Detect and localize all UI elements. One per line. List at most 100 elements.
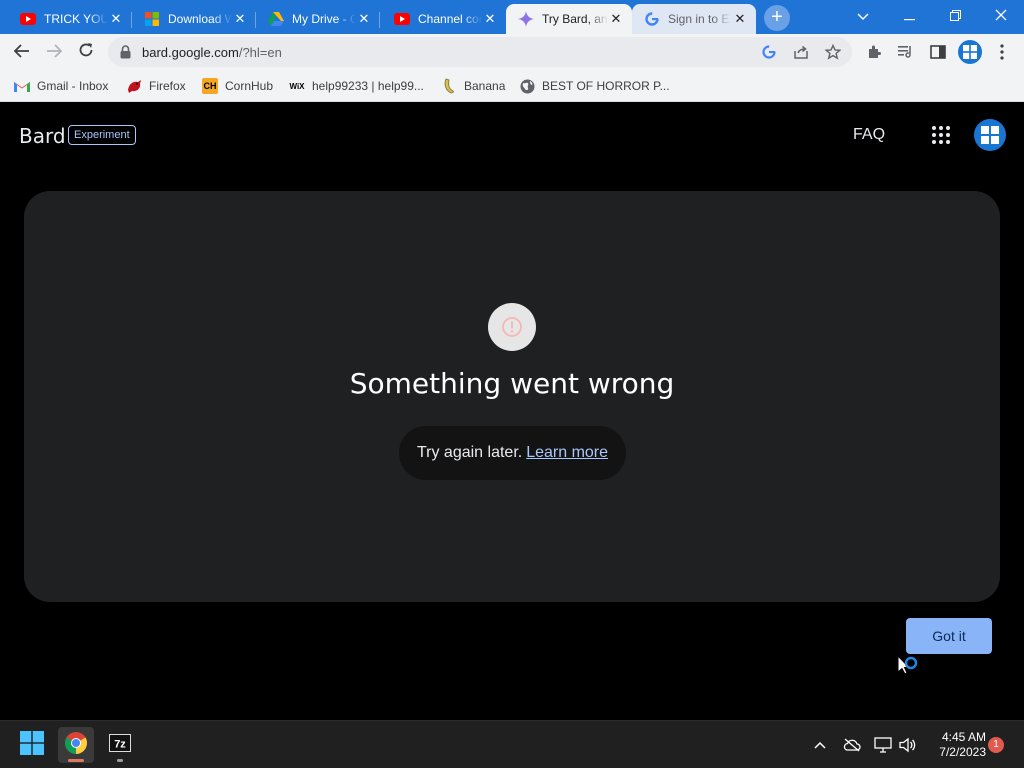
banana-icon bbox=[441, 78, 457, 94]
star-icon[interactable] bbox=[823, 42, 843, 62]
account-avatar[interactable] bbox=[974, 119, 1006, 151]
tab-separator bbox=[379, 12, 380, 28]
bookmark-label: Banana bbox=[464, 79, 506, 93]
tab-title: Sign in to E bbox=[668, 12, 730, 26]
close-icon[interactable]: ✕ bbox=[356, 11, 372, 27]
bookmark-help99233[interactable]: WiX help99233 | help99... bbox=[289, 76, 424, 96]
tab-my-drive[interactable]: My Drive - G ✕ bbox=[256, 4, 380, 34]
tab-search-button[interactable] bbox=[840, 0, 886, 32]
lock-icon[interactable] bbox=[120, 45, 131, 64]
url-host: bard.google.com bbox=[142, 45, 239, 60]
url-text[interactable]: bard.google.com/?hl=en bbox=[142, 45, 282, 60]
chrome-icon bbox=[64, 731, 88, 760]
restore-button[interactable] bbox=[932, 0, 978, 32]
clock-date: 7/2/2023 bbox=[939, 745, 986, 759]
error-message: Try again later. Learn more bbox=[399, 426, 626, 480]
youtube-icon bbox=[394, 11, 410, 27]
apps-grid-icon[interactable] bbox=[930, 124, 952, 146]
google-icon bbox=[644, 11, 660, 27]
got-it-button[interactable]: Got it bbox=[906, 618, 992, 654]
bookmark-banana[interactable]: Banana bbox=[441, 76, 505, 96]
busy-cursor-icon bbox=[896, 654, 918, 689]
extensions-icon[interactable] bbox=[863, 41, 885, 63]
bookmark-label: BEST OF HORROR P... bbox=[542, 79, 670, 93]
show-hidden-icons-chevron-icon[interactable] bbox=[810, 735, 830, 755]
address-bar[interactable]: bard.google.com/?hl=en bbox=[108, 37, 852, 67]
minimize-icon bbox=[903, 8, 915, 24]
close-icon[interactable]: ✕ bbox=[608, 11, 624, 27]
taskbar-7zip[interactable]: 7z bbox=[102, 727, 138, 763]
faq-link[interactable]: FAQ bbox=[853, 126, 885, 144]
new-tab-button[interactable]: + bbox=[764, 5, 790, 31]
forward-button[interactable] bbox=[40, 38, 68, 66]
media-control-icon[interactable] bbox=[895, 41, 917, 63]
tab-title: My Drive - G bbox=[292, 12, 356, 26]
reload-button[interactable] bbox=[72, 38, 100, 66]
close-icon[interactable]: ✕ bbox=[482, 11, 498, 27]
bookmark-cornhub[interactable]: CH CornHub bbox=[202, 76, 273, 96]
browser-toolbar: bard.google.com/?hl=en bbox=[0, 34, 1024, 70]
taskbar-chrome[interactable] bbox=[58, 727, 94, 763]
minimize-button[interactable] bbox=[886, 0, 932, 32]
clock[interactable]: 4:45 AM 7/2/2023 bbox=[926, 730, 986, 760]
kebab-menu-icon[interactable] bbox=[991, 41, 1013, 63]
volume-icon[interactable] bbox=[898, 735, 918, 755]
bookmark-label: Gmail - Inbox bbox=[37, 79, 109, 93]
tab-title: Download W bbox=[168, 12, 232, 26]
back-button[interactable] bbox=[8, 38, 36, 66]
bard-logo-text[interactable]: Bard bbox=[19, 124, 66, 148]
tab-sign-in[interactable]: Sign in to E ✕ bbox=[632, 4, 756, 34]
open-app-indicator bbox=[117, 759, 123, 762]
back-arrow-icon bbox=[13, 42, 30, 63]
red-bird-icon bbox=[126, 78, 142, 94]
onedrive-offline-icon[interactable] bbox=[842, 735, 862, 755]
error-message-text: Try again later. bbox=[416, 444, 523, 461]
bookmark-label: help99233 | help99... bbox=[312, 79, 424, 93]
7zip-icon: 7z bbox=[109, 733, 131, 757]
close-icon[interactable]: ✕ bbox=[108, 11, 124, 27]
tab-strip: TRICK YOUR ✕ Download W ✕ My Drive - G ✕ bbox=[0, 0, 1024, 34]
start-button[interactable] bbox=[14, 727, 50, 763]
tab-try-bard[interactable]: Try Bard, an ✕ bbox=[506, 4, 632, 34]
bookmark-firefox[interactable]: Firefox bbox=[126, 76, 186, 96]
windows-logo-icon bbox=[20, 730, 44, 760]
close-icon[interactable]: ✕ bbox=[232, 11, 248, 27]
tab-title: TRICK YOUR bbox=[44, 12, 108, 26]
ch-logo-icon: CH bbox=[202, 78, 218, 94]
error-alert-icon bbox=[488, 303, 536, 351]
google-lens-icon[interactable] bbox=[759, 42, 779, 62]
tab-trick-your[interactable]: TRICK YOUR ✕ bbox=[8, 4, 132, 34]
wix-icon: WiX bbox=[289, 81, 305, 91]
bookmark-best-of-horror[interactable]: BEST OF HORROR P... bbox=[519, 76, 670, 96]
bookmark-label: Firefox bbox=[149, 79, 186, 93]
globe-icon bbox=[519, 78, 535, 94]
network-icon[interactable] bbox=[873, 735, 893, 755]
active-app-indicator bbox=[68, 759, 84, 762]
tab-channel-content[interactable]: Channel cont ✕ bbox=[382, 4, 506, 34]
notification-badge[interactable]: 1 bbox=[988, 737, 1004, 753]
bookmark-label: CornHub bbox=[225, 79, 274, 93]
bard-sparkle-icon bbox=[518, 11, 534, 27]
chevron-down-icon bbox=[857, 8, 869, 24]
close-icon[interactable]: ✕ bbox=[732, 11, 748, 27]
forward-arrow-icon bbox=[46, 42, 63, 63]
reload-icon bbox=[78, 42, 94, 63]
url-path: /?hl=en bbox=[238, 45, 282, 60]
close-window-button[interactable] bbox=[978, 0, 1024, 32]
bard-page: Bard Experiment FAQ Something went wrong… bbox=[0, 102, 1024, 720]
tab-title: Try Bard, an bbox=[542, 12, 608, 26]
tab-download[interactable]: Download W ✕ bbox=[132, 4, 256, 34]
close-icon bbox=[995, 8, 1007, 24]
learn-more-link[interactable]: Learn more bbox=[526, 444, 608, 462]
profile-avatar[interactable] bbox=[958, 40, 982, 64]
error-title: Something went wrong bbox=[349, 367, 675, 400]
youtube-icon bbox=[20, 11, 36, 27]
bookmark-gmail[interactable]: Gmail - Inbox bbox=[14, 76, 108, 96]
microsoft-icon bbox=[144, 11, 160, 27]
share-icon[interactable] bbox=[791, 42, 811, 62]
screen: TRICK YOUR ✕ Download W ✕ My Drive - G ✕ bbox=[0, 0, 1024, 768]
restore-icon bbox=[949, 8, 961, 24]
google-drive-icon bbox=[268, 11, 284, 27]
side-panel-icon[interactable] bbox=[927, 41, 949, 63]
tab-title: Channel cont bbox=[418, 12, 482, 26]
